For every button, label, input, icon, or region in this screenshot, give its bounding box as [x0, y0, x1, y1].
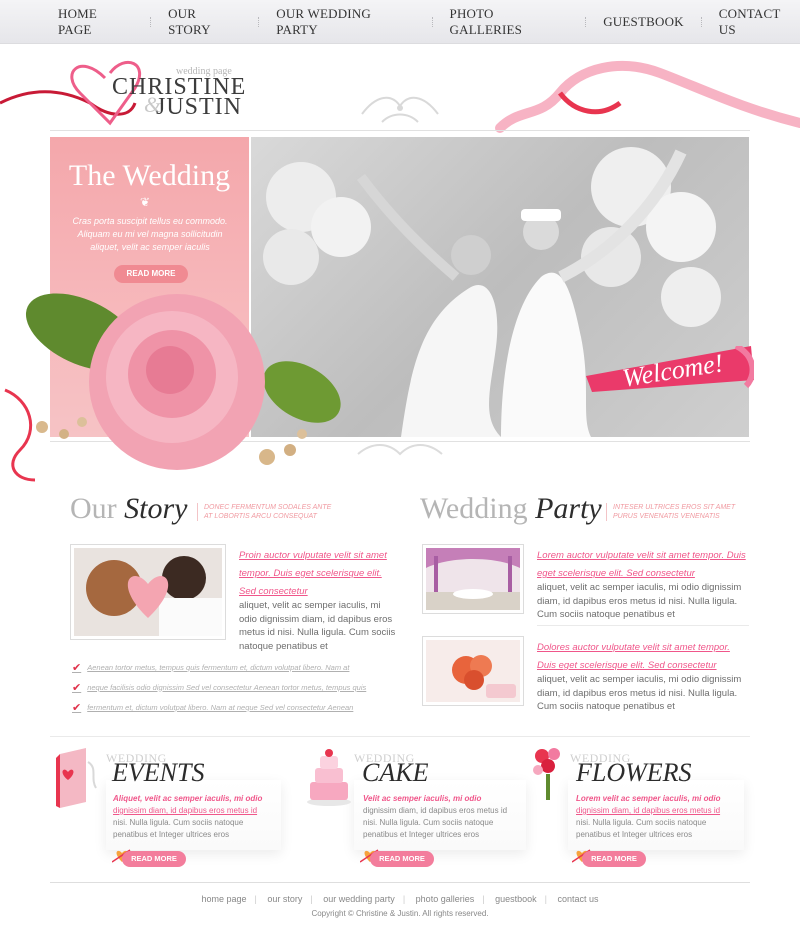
footer-link-wedding-party[interactable]: our wedding party — [315, 894, 403, 904]
feature-text: nisi. Nulla ligula. Cum sociis natoque p… — [363, 818, 494, 839]
footer-separator: | — [254, 894, 257, 904]
section-divider — [50, 736, 750, 737]
main-nav: HOME PAGE OUR STORY OUR WEDDING PARTY PH… — [0, 0, 800, 44]
check-icon: ✔ — [72, 681, 82, 694]
story-link[interactable]: Proin auctor vulputate velit sit amet te… — [239, 550, 387, 597]
nav-divider — [431, 17, 433, 27]
feature-cake: WEDDING CAKE Velit ac semper iaculis, mi… — [302, 744, 532, 874]
footer-link-our-story[interactable]: our story — [259, 894, 310, 904]
ornament-divider-icon — [357, 444, 443, 456]
footer-nav: home page | our story | our wedding party |… — [0, 894, 800, 904]
feature-lead: Aliquet, velit ac semper iaculis, mi odi… — [113, 794, 263, 803]
couple-heart-photo — [74, 548, 222, 636]
footer-divider — [50, 882, 750, 883]
nav-divider — [150, 17, 152, 27]
story-checklist: ✔ Aenean tortor metus, tempus quis fermen… — [72, 657, 366, 717]
checklist-text: fermentum et, dictum volutpat libero. Na… — [87, 702, 354, 712]
nav-home[interactable]: HOME PAGE — [58, 6, 133, 38]
check-icon: ✔ — [72, 701, 82, 714]
party-link-1[interactable]: Lorem auctor vulputate velit sit amet te… — [537, 550, 746, 579]
events-read-more-button[interactable]: READ MORE — [122, 851, 186, 867]
title-light: Wedding — [420, 492, 528, 525]
title-light: Our — [70, 492, 117, 525]
feature-text: nisi. Nulla ligula. Cum sociis natoque p… — [576, 818, 707, 839]
our-story-title: Our Story — [70, 492, 187, 526]
feature-lead: Velit ac semper iaculis, mi odio — [363, 794, 482, 803]
wedding-party-tagline: INTESER ULTRICES EROS SIT AMET PURUS VEN… — [606, 503, 735, 521]
feature-text: nisi. Nulla ligula. Cum sociis natoque p… — [113, 818, 244, 839]
feature-link[interactable]: dignissim diam, id dapibus eros metus id — [113, 805, 257, 817]
nav-divider — [585, 17, 587, 27]
feature-lead: Lorem velit ac semper iaculis, mi odio — [576, 794, 721, 803]
nav-divider — [700, 17, 702, 27]
wedding-party-title: Wedding Party — [420, 492, 602, 526]
footer-separator: | — [544, 894, 547, 904]
feature-link[interactable]: dignissim diam, id dapibus eros metus id — [363, 805, 507, 817]
cake-read-more-button[interactable]: READ MORE — [370, 851, 434, 867]
hero-text: Cras porta suscipit tellus eu commodo. A… — [72, 216, 228, 252]
nav-photo-galleries[interactable]: PHOTO GALLERIES — [450, 6, 569, 38]
story-text-block: Proin auctor vulputate velit sit amet te… — [239, 545, 401, 653]
footer-separator: | — [482, 894, 485, 904]
footer-link-photo-galleries[interactable]: photo galleries — [408, 894, 483, 904]
story-text: aliquet, velit ac semper iaculis, mi odi… — [239, 600, 396, 652]
party-item-2: Dolores auctor vulputate velit sit amet … — [537, 637, 749, 714]
checklist-text: Aenean tortor metus, tempus quis ferment… — [87, 662, 350, 672]
party-text-1: aliquet, velit ac semper iaculis, mi odi… — [537, 582, 742, 620]
footer-link-home[interactable]: home page — [193, 894, 254, 904]
feature-flowers: WEDDING FLOWERS Lorem velit ac semper ia… — [528, 744, 758, 874]
footer-separator: | — [402, 894, 406, 904]
title-bold: Party — [535, 492, 602, 525]
birds-ornament-icon — [361, 96, 439, 123]
tagline-line: AT LOBORTIS ARCU CONSEQUAT — [204, 513, 317, 520]
bouquet-photo — [426, 640, 520, 702]
feature-heading: EVENTS — [112, 758, 205, 787]
footer-link-guestbook[interactable]: guestbook — [487, 894, 545, 904]
party-item-1: Lorem auctor vulputate velit sit amet te… — [537, 545, 749, 622]
footer-separator: | — [310, 894, 313, 904]
nav-our-story[interactable]: OUR STORY — [168, 6, 241, 38]
tagline-line: PURUS VENENATIS VENENATIS — [613, 513, 720, 520]
our-story-tagline: DONEC FERMENTUM SODALES ANTE AT LOBORTIS… — [197, 503, 331, 521]
party-photo-bouquet[interactable] — [422, 636, 524, 706]
feature-link[interactable]: dignissim diam, id dapibus eros metus id — [576, 805, 720, 817]
story-photo[interactable] — [70, 544, 226, 640]
logo-name-justin: JUSTIN — [156, 94, 243, 120]
hero-title: The Wedding — [68, 159, 231, 192]
nav-wedding-party[interactable]: OUR WEDDING PARTY — [276, 6, 414, 38]
title-bold: Story — [124, 492, 188, 525]
checklist-item[interactable]: ✔ neque facilisis odio dignissim Sed vel … — [72, 677, 366, 697]
nav-guestbook[interactable]: GUESTBOOK — [603, 14, 684, 30]
events-card-icon — [56, 748, 97, 808]
tagline-line: DONEC FERMENTUM SODALES ANTE — [204, 504, 332, 511]
ornament-icon: ❦ — [140, 195, 151, 209]
checklist-item[interactable]: ✔ fermentum et, dictum volutpat libero. N… — [72, 697, 366, 717]
divider — [537, 625, 749, 626]
rose-decoration — [25, 293, 341, 470]
party-photo-hall[interactable] — [422, 544, 524, 614]
flowers-read-more-button[interactable]: READ MORE — [582, 851, 646, 867]
nav-contact-us[interactable]: CONTACT US — [719, 6, 800, 38]
tagline-line: INTESER ULTRICES EROS SIT AMET — [613, 504, 736, 511]
flowers-bouquet-icon — [533, 748, 560, 800]
footer-link-contact-us[interactable]: contact us — [549, 894, 606, 904]
reception-hall-photo — [426, 548, 520, 610]
party-link-2[interactable]: Dolores auctor vulputate velit sit amet … — [537, 642, 730, 671]
feature-heading: CAKE — [362, 758, 429, 787]
nav-divider — [258, 17, 260, 27]
cake-icon — [307, 749, 351, 806]
feature-heading: FLOWERS — [576, 758, 692, 787]
check-icon: ✔ — [72, 661, 82, 674]
checklist-item[interactable]: ✔ Aenean tortor metus, tempus quis fermen… — [72, 657, 366, 677]
feature-events: WEDDING EVENTS Aliquet, velit ac semper … — [56, 744, 286, 874]
copyright: Copyright © Christine & Justin. All righ… — [311, 909, 489, 918]
party-text-2: aliquet, velit ac semper iaculis, mi odi… — [537, 674, 742, 712]
checklist-text: neque facilisis odio dignissim Sed vel c… — [87, 682, 367, 692]
